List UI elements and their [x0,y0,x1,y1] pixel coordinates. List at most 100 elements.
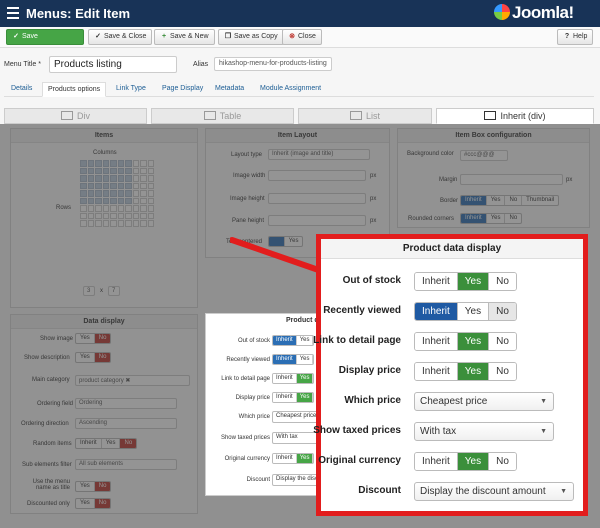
border-no[interactable]: No [505,196,523,205]
small-recently-viewed-toggle[interactable]: Inherit Yes [272,354,315,365]
grid-cell[interactable] [102,182,109,189]
grid-cell[interactable] [102,220,109,227]
grid-cell[interactable] [87,190,94,197]
save-new-button[interactable]: + Save & New [154,29,215,45]
callout-recently-viewed-no[interactable]: No [489,303,516,320]
grid-cell[interactable] [132,212,139,219]
grid-cell[interactable] [147,220,154,227]
callout-recently-viewed-toggle[interactable]: Inherit Yes No [414,302,517,321]
callout-display-price-toggle[interactable]: Inherit Yes No [414,362,517,381]
small-price-inherit[interactable]: Inherit [273,393,297,402]
rounded-inherit[interactable]: Inherit [461,214,487,223]
grid-cell[interactable] [147,205,154,212]
layout-type-select[interactable]: Inherit (image and title) [268,149,370,160]
small-display-price-toggle[interactable]: Inherit Yes [272,392,315,403]
sub-elements-select[interactable]: All sub elements [75,459,177,470]
grid-cell[interactable] [147,197,154,204]
grid-cell[interactable] [95,182,102,189]
grid-cell[interactable] [125,197,132,204]
tab-products-options[interactable]: Products options [42,82,107,97]
tab-details[interactable]: Details [6,82,37,95]
discounted-yes[interactable]: Yes [76,499,95,508]
grid-cell[interactable] [80,175,87,182]
grid-cell[interactable] [102,167,109,174]
grid-cell[interactable] [80,160,87,167]
grid-cell[interactable] [110,160,117,167]
grid-cell[interactable] [125,160,132,167]
grid-cell[interactable] [95,190,102,197]
grid-cell[interactable] [147,167,154,174]
callout-original-currency-yes[interactable]: Yes [457,453,490,470]
grid-cell[interactable] [125,212,132,219]
callout-original-currency-inherit[interactable]: Inherit [415,453,458,470]
callout-recently-viewed-yes[interactable]: Yes [457,303,490,320]
small-oos-inherit[interactable]: Inherit [273,336,297,345]
grid-cell[interactable] [110,220,117,227]
callout-out-of-stock-toggle[interactable]: Inherit Yes No [414,272,517,291]
grid-cell[interactable] [80,220,87,227]
grid-cell[interactable] [140,220,147,227]
show-description-no[interactable]: No [94,353,111,362]
grid-cell[interactable] [87,175,94,182]
grid-cell[interactable] [110,175,117,182]
grid-cell[interactable] [140,190,147,197]
tab-metadata[interactable]: Metadata [210,82,249,95]
grid-cell[interactable] [140,175,147,182]
grid-cell[interactable] [140,167,147,174]
show-description-toggle[interactable]: Yes No [75,352,112,363]
save-copy-button[interactable]: ❐ Save as Copy [218,29,284,45]
use-menu-no[interactable]: No [94,482,111,491]
show-image-yes[interactable]: Yes [76,334,95,343]
save-close-button[interactable]: ✓ Save & Close [88,29,153,45]
small-out-of-stock-toggle[interactable]: Inherit Yes [272,335,315,346]
close-button[interactable]: ⊗ Close [282,29,322,45]
grid-cell[interactable] [110,167,117,174]
help-button[interactable]: ? Help [557,29,594,45]
image-width-input[interactable] [268,170,366,181]
random-inherit[interactable]: Inherit [76,439,102,448]
grid-cell[interactable] [125,220,132,227]
grid-cell[interactable] [140,197,147,204]
callout-link-to-detail-page-yes[interactable]: Yes [457,333,490,350]
show-image-no[interactable]: No [94,334,111,343]
discounted-no[interactable]: No [94,499,111,508]
grid-cell[interactable] [132,220,139,227]
callout-recently-viewed-inherit[interactable]: Inherit [415,303,458,320]
random-yes[interactable]: Yes [102,439,121,448]
grid-cell[interactable] [147,182,154,189]
grid-cell[interactable] [132,175,139,182]
rounded-yes[interactable]: Yes [487,214,506,223]
grid-cell[interactable] [102,212,109,219]
use-menu-name-toggle[interactable]: Yes No [75,481,112,492]
small-link-inherit[interactable]: Inherit [273,374,297,383]
show-description-yes[interactable]: Yes [76,353,95,362]
grid-cell[interactable] [140,160,147,167]
callout-original-currency-toggle[interactable]: Inherit Yes No [414,452,517,471]
grid-cell[interactable] [117,190,124,197]
grid-cell[interactable] [132,160,139,167]
small-rv-yes[interactable]: Yes [296,355,314,364]
grid-cell[interactable] [80,205,87,212]
margin-input[interactable] [460,174,563,185]
grid-cell[interactable] [117,205,124,212]
small-oc-inherit[interactable]: Inherit [273,454,297,463]
grid-cell[interactable] [102,197,109,204]
grid-cell[interactable] [80,182,87,189]
grid-cell[interactable] [80,167,87,174]
tab-page-display[interactable]: Page Display [157,82,208,95]
use-menu-yes[interactable]: Yes [76,482,95,491]
grid-cell[interactable] [125,182,132,189]
grid-cell[interactable] [117,167,124,174]
rounded-no[interactable]: No [505,214,521,223]
grid-cell[interactable] [132,197,139,204]
callout-display-price-inherit[interactable]: Inherit [415,363,458,380]
callout-show-taxed-prices-select[interactable]: With tax ▼ [414,422,554,441]
view-tab-div[interactable]: Div [4,108,147,124]
grid-cell[interactable] [125,205,132,212]
grid-cell[interactable] [117,175,124,182]
grid-cell[interactable] [110,190,117,197]
grid-cell[interactable] [95,167,102,174]
border-inherit[interactable]: Inherit [461,196,487,205]
callout-out-of-stock-inherit[interactable]: Inherit [415,273,458,290]
callout-display-price-yes[interactable]: Yes [457,363,490,380]
